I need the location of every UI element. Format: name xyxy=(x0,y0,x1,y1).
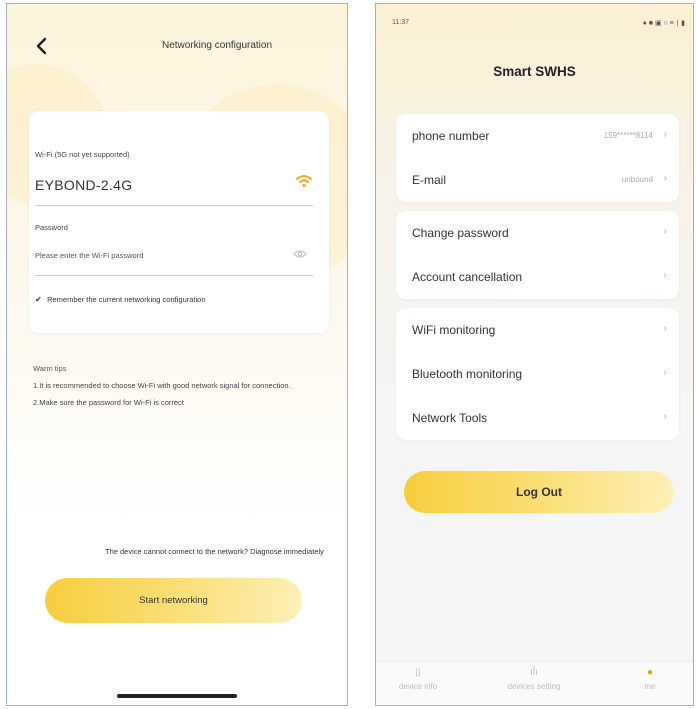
sliders-icon: ıĺı xyxy=(530,667,538,678)
tab-me[interactable]: ● me xyxy=(610,666,690,691)
row-value: unbound xyxy=(621,175,653,184)
network-tools-row[interactable]: Network Tools › xyxy=(396,396,679,440)
chevron-right-icon: › xyxy=(663,173,667,184)
bottom-tab-bar: ▯ device info ıĺı devices setting ● me xyxy=(376,661,693,705)
account-card: phone number 159******8114 › E-mail unbo… xyxy=(396,114,679,202)
row-label: Change password xyxy=(412,226,509,240)
password-input[interactable]: Please enter the Wi-Fi password xyxy=(35,251,143,260)
page-title: Networking configuration xyxy=(161,40,273,51)
chevron-right-icon: › xyxy=(663,226,667,237)
phone-number-row[interactable]: phone number 159******8114 › xyxy=(396,114,679,158)
tab-devices-setting[interactable]: ıĺı devices setting xyxy=(494,666,574,691)
status-time: 11:37 xyxy=(392,19,409,26)
email-row[interactable]: E-mail unbound › xyxy=(396,158,679,202)
page-title: Smart SWHS xyxy=(493,64,576,79)
row-label: phone number xyxy=(412,129,490,143)
row-label: Network Tools xyxy=(412,411,488,425)
diagnose-link[interactable]: The device cannot connect to the network… xyxy=(105,547,325,556)
row-label: E-mail xyxy=(412,173,447,187)
password-field-label: Password xyxy=(35,223,68,232)
start-networking-button[interactable]: Start networking xyxy=(45,578,302,623)
row-label: Account cancellation xyxy=(412,270,523,284)
eye-icon[interactable] xyxy=(293,249,307,259)
change-password-row[interactable]: Change password › xyxy=(396,211,679,255)
tips-title: Warm tips xyxy=(33,364,67,373)
logout-button[interactable]: Log Out xyxy=(404,471,674,513)
wifi-monitoring-row[interactable]: WiFi monitoring › xyxy=(396,308,679,352)
back-arrow-icon[interactable] xyxy=(31,35,53,57)
check-icon: ✔ xyxy=(35,295,42,304)
chevron-right-icon: › xyxy=(663,411,667,422)
security-card: Change password › Account cancellation › xyxy=(396,211,679,299)
networking-screen: Networking configuration Wi-Fi (5G not y… xyxy=(6,3,348,706)
bluetooth-monitoring-row[interactable]: Bluetooth monitoring › xyxy=(396,352,679,396)
wifi-config-card: Wi-Fi (5G not yet supported) EYBOND-2.4G… xyxy=(29,111,329,333)
phone-icon: ▯ xyxy=(415,667,421,678)
status-icons: ● ■ ▣ ○ ≡ ∣ ▮ xyxy=(642,20,685,27)
tip-item: 2.Make sure the password for Wi-Fi is co… xyxy=(33,398,184,407)
account-cancellation-row[interactable]: Account cancellation › xyxy=(396,255,679,299)
remember-config-checkbox[interactable]: ✔ Remember the current networking config… xyxy=(35,295,206,304)
tab-label: me xyxy=(644,682,656,691)
remember-config-label: Remember the current networking configur… xyxy=(47,295,206,304)
tab-device-info[interactable]: ▯ device info xyxy=(378,666,458,691)
row-label: Bluetooth monitoring xyxy=(412,367,523,381)
ssid-underline xyxy=(35,205,313,206)
person-icon: ● xyxy=(646,667,654,678)
me-screen: 11:37 ● ■ ▣ ○ ≡ ∣ ▮ Smart SWHS phone num… xyxy=(375,3,694,706)
chevron-right-icon: › xyxy=(663,367,667,378)
row-value: 159******8114 xyxy=(603,131,653,140)
row-label: WiFi monitoring xyxy=(412,323,496,337)
password-underline xyxy=(35,275,313,276)
tab-label: device info xyxy=(398,682,438,691)
monitoring-card: WiFi monitoring › Bluetooth monitoring ›… xyxy=(396,308,679,440)
chevron-right-icon: › xyxy=(663,323,667,334)
wifi-field-label: Wi-Fi (5G not yet supported) xyxy=(35,150,130,159)
wifi-icon[interactable] xyxy=(295,173,313,189)
home-indicator xyxy=(117,694,237,698)
tab-label: devices setting xyxy=(507,682,561,691)
chevron-right-icon: › xyxy=(663,270,667,281)
tip-item: 1.It is recommended to choose Wi-Fi with… xyxy=(33,381,291,390)
chevron-right-icon: › xyxy=(663,129,667,140)
wifi-ssid-field[interactable]: EYBOND-2.4G xyxy=(35,177,132,193)
